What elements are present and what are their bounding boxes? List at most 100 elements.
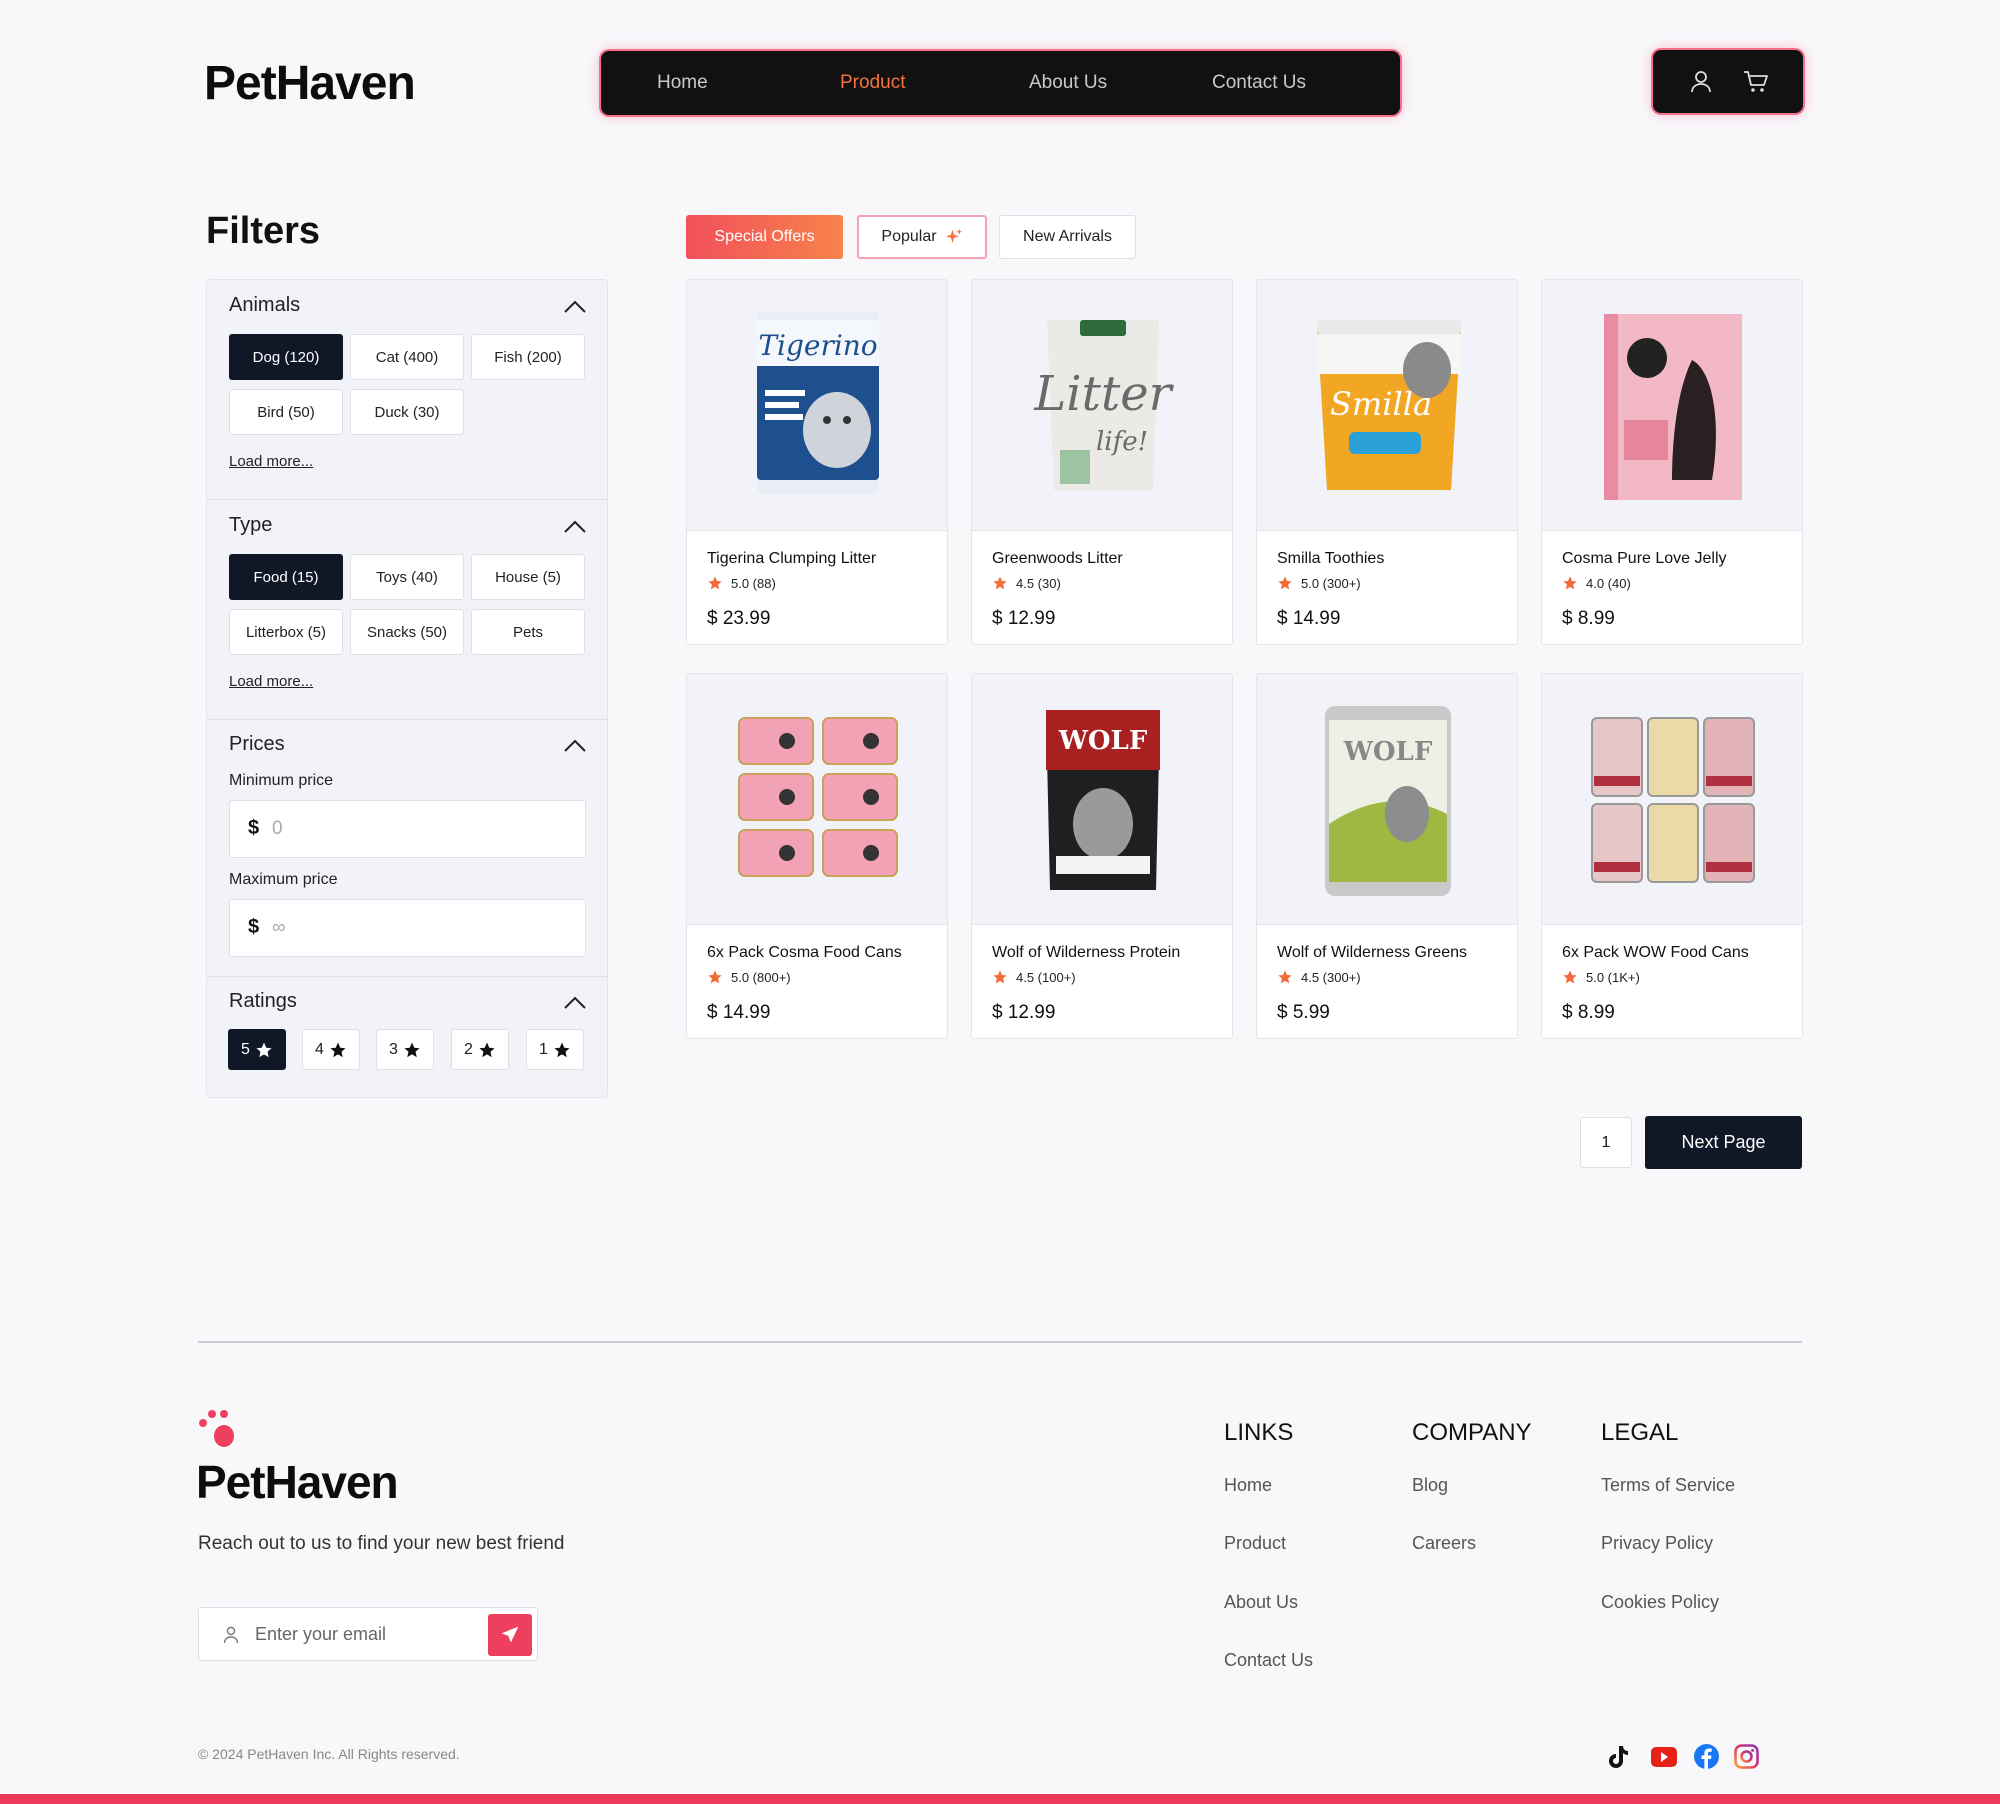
product-name: Tigerina Clumping Litter: [707, 550, 877, 567]
user-icon: [223, 1626, 239, 1644]
product-card[interactable]: 6x Pack Cosma Food Cans 5.0 (800+) $ 14.…: [686, 673, 948, 1039]
rating-chip-4[interactable]: 4: [302, 1029, 360, 1070]
product-card[interactable]: Tigerino Tigerina Clumping Litter 5.0 (8…: [686, 279, 948, 645]
min-price-field[interactable]: $ 0: [229, 800, 586, 858]
nav-about-us[interactable]: About Us: [1029, 72, 1107, 94]
product-rating: 5.0 (300+): [1277, 575, 1361, 591]
chip-cat[interactable]: Cat (400): [350, 334, 464, 380]
filters-title: Filters: [206, 210, 321, 252]
page-number[interactable]: 1: [1580, 1117, 1632, 1168]
tiktok-icon[interactable]: [1606, 1744, 1630, 1770]
product-rating: 4.5 (100+): [992, 969, 1076, 985]
max-price-placeholder: ∞: [272, 917, 286, 938]
footer-logo[interactable]: PetHaven: [196, 1455, 399, 1509]
product-price: $ 5.99: [1277, 1002, 1330, 1023]
product-card[interactable]: Smilla Smilla Toothies 5.0 (300+) $ 14.9…: [1256, 279, 1518, 645]
footer-link-home[interactable]: Home: [1224, 1475, 1272, 1496]
rating-value: 1: [539, 1040, 548, 1058]
product-card[interactable]: WOLF Wolf of Wilderness Greens 4.5 (300+…: [1256, 673, 1518, 1039]
email-field[interactable]: Enter your email: [198, 1607, 538, 1661]
sparkle-icon: [945, 228, 962, 243]
product-rating: 4.5 (30): [992, 575, 1061, 591]
nav-home[interactable]: Home: [657, 72, 708, 94]
product-image: WOLF: [1257, 674, 1517, 925]
chip-pets[interactable]: Pets: [471, 609, 585, 655]
product-image: [1542, 674, 1802, 925]
chip-snacks[interactable]: Snacks (50): [350, 609, 464, 655]
star-icon: [1278, 576, 1292, 590]
tab-new-arrivals[interactable]: New Arrivals: [999, 215, 1136, 259]
rating-value: 3: [389, 1040, 398, 1058]
divider: [207, 499, 607, 500]
min-price-placeholder: 0: [272, 818, 283, 839]
chevron-up-icon[interactable]: [563, 739, 587, 753]
footer-link-privacy[interactable]: Privacy Policy: [1601, 1533, 1713, 1554]
animals-load-more[interactable]: Load more...: [229, 453, 313, 470]
chip-litterbox[interactable]: Litterbox (5): [229, 609, 343, 655]
footer-link-blog[interactable]: Blog: [1412, 1475, 1448, 1496]
chevron-up-icon[interactable]: [563, 520, 587, 534]
rating-text: 5.0 (800+): [731, 969, 791, 985]
nav-contact-us[interactable]: Contact Us: [1212, 72, 1306, 94]
company-heading: COMPANY: [1412, 1419, 1532, 1446]
chip-bird[interactable]: Bird (50): [229, 389, 343, 435]
footer-link-contact-us[interactable]: Contact Us: [1224, 1650, 1313, 1671]
rating-text: 4.0 (40): [1586, 575, 1631, 591]
product-name: Cosma Pure Love Jelly: [1562, 550, 1727, 567]
divider: [207, 719, 607, 720]
links-heading: LINKS: [1224, 1419, 1294, 1446]
star-icon: [708, 970, 722, 984]
footer-link-about-us[interactable]: About Us: [1224, 1592, 1298, 1613]
rating-text: 5.0 (88): [731, 575, 776, 591]
nav-product[interactable]: Product: [840, 72, 905, 94]
rating-chip-3[interactable]: 3: [376, 1029, 434, 1070]
send-button[interactable]: [488, 1614, 532, 1656]
product-rating: 5.0 (800+): [707, 969, 791, 985]
youtube-icon[interactable]: [1651, 1747, 1677, 1767]
next-page-button[interactable]: Next Page: [1645, 1116, 1802, 1169]
facebook-icon[interactable]: [1694, 1744, 1719, 1769]
product-rating: 4.5 (300+): [1277, 969, 1361, 985]
rating-chip-1[interactable]: 1: [526, 1029, 584, 1070]
user-icon[interactable]: [1690, 70, 1712, 94]
site-logo[interactable]: PetHaven: [204, 56, 416, 111]
chip-house[interactable]: House (5): [471, 554, 585, 600]
chip-food[interactable]: Food (15): [229, 554, 343, 600]
svg-text:Litter: Litter: [1033, 366, 1174, 422]
product-card[interactable]: Litter life! Greenwoods Litter 4.5 (30) …: [971, 279, 1233, 645]
max-price-label: Maximum price: [229, 871, 338, 888]
rating-chip-2[interactable]: 2: [451, 1029, 509, 1070]
footer-link-cookies[interactable]: Cookies Policy: [1601, 1592, 1719, 1613]
type-load-more[interactable]: Load more...: [229, 673, 313, 690]
product-card[interactable]: Cosma Pure Love Jelly 4.0 (40) $ 8.99: [1541, 279, 1803, 645]
product-rating: 5.0 (88): [707, 575, 776, 591]
chevron-up-icon[interactable]: [563, 996, 587, 1010]
main-nav: Home Product About Us Contact Us: [601, 51, 1400, 115]
product-card[interactable]: WOLF Wolf of Wilderness Protein 4.5 (100…: [971, 673, 1233, 1039]
svg-text:WOLF: WOLF: [1058, 726, 1148, 756]
ratings-title: Ratings: [229, 990, 297, 1012]
tab-popular[interactable]: Popular: [857, 215, 987, 259]
star-icon: [1278, 970, 1292, 984]
footer-link-terms[interactable]: Terms of Service: [1601, 1475, 1735, 1496]
chip-toys[interactable]: Toys (40): [350, 554, 464, 600]
star-icon: [479, 1042, 495, 1057]
chevron-up-icon[interactable]: [563, 300, 587, 314]
star-icon: [993, 576, 1007, 590]
product-name: 6x Pack WOW Food Cans: [1562, 944, 1749, 961]
type-title: Type: [229, 514, 273, 536]
instagram-icon[interactable]: [1734, 1744, 1759, 1769]
product-name: Wolf of Wilderness Greens: [1277, 944, 1467, 961]
chip-duck[interactable]: Duck (30): [350, 389, 464, 435]
chip-fish[interactable]: Fish (200): [471, 334, 585, 380]
tab-special-offers[interactable]: Special Offers: [686, 215, 843, 259]
footer-link-careers[interactable]: Careers: [1412, 1533, 1476, 1554]
copyright: © 2024 PetHaven Inc. All Rights reserved…: [198, 1746, 460, 1762]
product-card[interactable]: 6x Pack WOW Food Cans 5.0 (1K+) $ 8.99: [1541, 673, 1803, 1039]
max-price-field[interactable]: $ ∞: [229, 899, 586, 957]
cart-icon[interactable]: [1743, 70, 1769, 94]
rating-chip-5[interactable]: 5: [228, 1029, 286, 1070]
rating-value: 2: [464, 1040, 473, 1058]
footer-link-product[interactable]: Product: [1224, 1533, 1286, 1554]
chip-dog[interactable]: Dog (120): [229, 334, 343, 380]
